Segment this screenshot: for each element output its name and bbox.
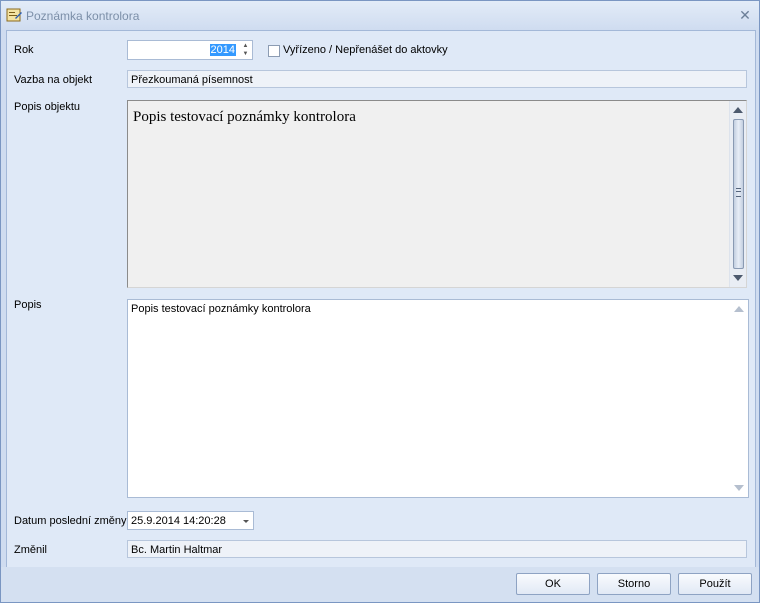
zmenil-label: Změnil xyxy=(14,544,48,556)
popis-objektu-memo[interactable]: Popis testovací poznámky kontrolora xyxy=(127,100,747,288)
button-bar: OK Storno Použít xyxy=(1,567,759,602)
window-title: Poznámka kontrolora xyxy=(26,9,140,23)
popis-label: Popis xyxy=(14,299,42,311)
app-icon xyxy=(6,8,22,22)
ok-button[interactable]: OK xyxy=(516,573,590,595)
datum-combo[interactable]: 25.9.2014 14:20:28 xyxy=(127,511,254,530)
scroll-thumb[interactable] xyxy=(733,119,744,269)
close-icon[interactable]: ✕ xyxy=(736,6,754,24)
popis-memo[interactable]: Popis testovací poznámky kontrolora xyxy=(127,299,749,498)
rok-spinner[interactable]: 2014 ▲ ▼ xyxy=(127,40,253,60)
storno-button[interactable]: Storno xyxy=(597,573,671,595)
rok-label: Rok xyxy=(14,44,34,56)
dropdown-arrow-icon[interactable] xyxy=(243,520,249,523)
datum-label: Datum poslední změny xyxy=(14,515,127,527)
spin-down-icon[interactable]: ▼ xyxy=(240,50,251,58)
popis-objektu-text: Popis testovací poznámky kontrolora xyxy=(133,109,356,125)
scroll-up-icon[interactable] xyxy=(734,306,744,312)
scroll-down-icon[interactable] xyxy=(734,485,744,491)
datum-value[interactable]: 25.9.2014 14:20:28 xyxy=(131,515,226,527)
popis-text[interactable]: Popis testovací poznámky kontrolora xyxy=(131,303,311,315)
vyrizeno-label[interactable]: Vyřízeno / Nepřenášet do aktovky xyxy=(283,44,448,56)
vyrizeno-checkbox[interactable] xyxy=(268,45,280,57)
dialog-window: Poznámka kontrolora ✕ Rok 2014 ▲ ▼ Vyříz… xyxy=(0,0,760,603)
scroll-up-icon[interactable] xyxy=(733,107,743,113)
spin-up-icon[interactable]: ▲ xyxy=(240,42,251,50)
popis-objektu-label: Popis objektu xyxy=(14,101,81,113)
popis-objektu-scrollbar[interactable] xyxy=(729,101,746,287)
vazba-label: Vazba na objekt xyxy=(14,74,93,86)
vazba-field: Přezkoumaná písemnost xyxy=(127,70,747,88)
scroll-down-icon[interactable] xyxy=(733,275,743,281)
form-area: Rok 2014 ▲ ▼ Vyřízeno / Nepřenášet do ak… xyxy=(6,30,756,568)
pouzit-button[interactable]: Použít xyxy=(678,573,752,595)
popis-scrollbar[interactable] xyxy=(731,300,748,497)
title-bar[interactable]: Poznámka kontrolora ✕ xyxy=(1,1,759,30)
rok-value[interactable]: 2014 xyxy=(209,44,236,56)
zmenil-field: Bc. Martin Haltmar xyxy=(127,540,747,558)
